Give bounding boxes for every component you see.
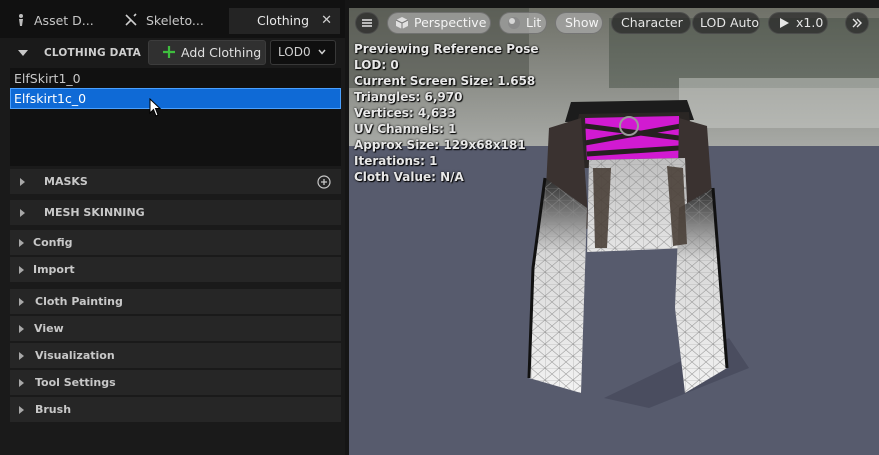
expand-arrow-icon bbox=[19, 239, 24, 247]
clothing-editor: Asset D... Skeleto... Clothing ✕ CLOTHIN… bbox=[0, 0, 879, 455]
tab-label: Skeleto... bbox=[146, 13, 204, 28]
chevron-down-icon bbox=[318, 49, 326, 55]
preview-viewport[interactable]: Perspective Lit Show Character LOD Auto bbox=[349, 8, 879, 455]
clothing-data-header: CLOTHING DATA Add Clothing LOD0 bbox=[10, 40, 340, 66]
clothing-data-toggle[interactable]: CLOTHING DATA bbox=[10, 40, 146, 66]
expand-arrow-icon bbox=[19, 325, 24, 333]
add-clothing-label: Add Clothing bbox=[181, 45, 262, 60]
section-label: Tool Settings bbox=[35, 376, 116, 389]
lod-auto-button[interactable]: LOD Auto bbox=[692, 12, 760, 34]
tab-skeleton[interactable]: Skeleto... bbox=[122, 8, 226, 34]
stat-approx-size: Approx Size: 129x68x181 bbox=[354, 138, 526, 152]
more-options-button[interactable] bbox=[845, 12, 869, 34]
expand-arrow-icon bbox=[19, 379, 24, 387]
character-label: Character bbox=[621, 15, 683, 30]
expand-arrow-icon bbox=[19, 352, 24, 360]
section-import[interactable]: Import bbox=[10, 257, 341, 283]
expand-arrow-icon bbox=[19, 298, 24, 306]
lit-label: Lit bbox=[526, 15, 542, 30]
stat-triangles: Triangles: 6,970 bbox=[354, 90, 463, 104]
character-button[interactable]: Character bbox=[611, 12, 691, 34]
playback-speed-button[interactable]: x1.0 bbox=[768, 12, 828, 34]
stat-uv-channels: UV Channels: 1 bbox=[354, 122, 457, 136]
plus-icon bbox=[163, 46, 175, 58]
section-label: Import bbox=[33, 263, 75, 276]
viewport-stats: Previewing Reference Pose LOD: 0 Current… bbox=[354, 41, 539, 185]
play-icon bbox=[780, 18, 789, 28]
section-label: Cloth Painting bbox=[35, 295, 123, 308]
cube-icon bbox=[395, 17, 409, 29]
list-item[interactable]: ElfSkirt1_0 bbox=[11, 69, 340, 88]
section-brush[interactable]: Brush bbox=[10, 397, 341, 423]
section-label: View bbox=[34, 322, 64, 335]
lit-sphere-icon bbox=[508, 17, 520, 29]
tab-asset-details[interactable]: Asset D... bbox=[10, 8, 120, 34]
stat-screen-size: Current Screen Size: 1.658 bbox=[354, 74, 536, 88]
stat-vertices: Vertices: 4,633 bbox=[354, 106, 456, 120]
add-clothing-button[interactable]: Add Clothing bbox=[148, 40, 266, 65]
playback-speed-label: x1.0 bbox=[796, 15, 824, 30]
section-tool-settings[interactable]: Tool Settings bbox=[10, 370, 341, 396]
expand-arrow-icon bbox=[19, 266, 24, 274]
section-view[interactable]: View bbox=[10, 316, 341, 342]
section-cloth-painting[interactable]: Cloth Painting bbox=[10, 289, 341, 315]
tab-bar: Asset D... Skeleto... Clothing ✕ bbox=[0, 0, 345, 38]
hamburger-icon bbox=[362, 19, 372, 27]
viewport-toolbar: Perspective Lit Show Character LOD Auto bbox=[349, 8, 879, 40]
asset-icon bbox=[19, 14, 23, 26]
clothing-data-title: CLOTHING DATA bbox=[44, 47, 141, 59]
section-config[interactable]: Config bbox=[10, 230, 341, 256]
stat-iterations: Iterations: 1 bbox=[354, 154, 438, 168]
stat-lod: LOD: 0 bbox=[354, 58, 399, 72]
tab-label: Asset D... bbox=[34, 13, 94, 28]
perspective-button[interactable]: Perspective bbox=[387, 12, 491, 34]
lit-button[interactable]: Lit bbox=[499, 12, 547, 34]
caret-down-icon bbox=[18, 50, 28, 56]
list-item-selected[interactable]: Elfskirt1c_0 bbox=[10, 88, 341, 109]
stat-previewing: Previewing Reference Pose bbox=[354, 42, 539, 56]
lod-auto-label: LOD Auto bbox=[700, 15, 759, 30]
section-visualization[interactable]: Visualization bbox=[10, 343, 341, 369]
add-mask-icon[interactable] bbox=[317, 175, 331, 189]
viewport-menu-button[interactable] bbox=[355, 12, 379, 34]
expand-arrow-icon bbox=[20, 209, 25, 217]
section-label: MESH SKINNING bbox=[44, 206, 145, 219]
close-icon[interactable]: ✕ bbox=[321, 8, 332, 34]
section-label: MASKS bbox=[44, 175, 88, 188]
section-label: Config bbox=[33, 236, 73, 249]
tab-clothing[interactable]: Clothing ✕ bbox=[229, 8, 340, 34]
expand-arrow-icon bbox=[20, 178, 25, 186]
perspective-label: Perspective bbox=[414, 15, 487, 30]
lod-dropdown[interactable]: LOD0 bbox=[270, 40, 336, 65]
section-masks[interactable]: MASKS bbox=[10, 169, 341, 195]
section-label: Brush bbox=[35, 403, 72, 416]
show-button[interactable]: Show bbox=[555, 12, 603, 34]
tab-label: Clothing bbox=[257, 13, 310, 28]
skeleton-icon bbox=[125, 13, 137, 26]
section-mesh-skinning[interactable]: MESH SKINNING bbox=[10, 200, 341, 226]
show-label: Show bbox=[565, 15, 599, 30]
mouse-cursor-icon bbox=[149, 98, 162, 117]
section-label: Visualization bbox=[35, 349, 115, 362]
double-chevron-right-icon bbox=[852, 18, 862, 28]
stat-cloth-value: Cloth Value: N/A bbox=[354, 170, 464, 184]
lod-value: LOD0 bbox=[278, 45, 311, 59]
expand-arrow-icon bbox=[19, 406, 24, 414]
clothing-list: ElfSkirt1_0 Elfskirt1c_0 bbox=[10, 68, 341, 166]
clothing-panel: Asset D... Skeleto... Clothing ✕ CLOTHIN… bbox=[0, 0, 345, 455]
